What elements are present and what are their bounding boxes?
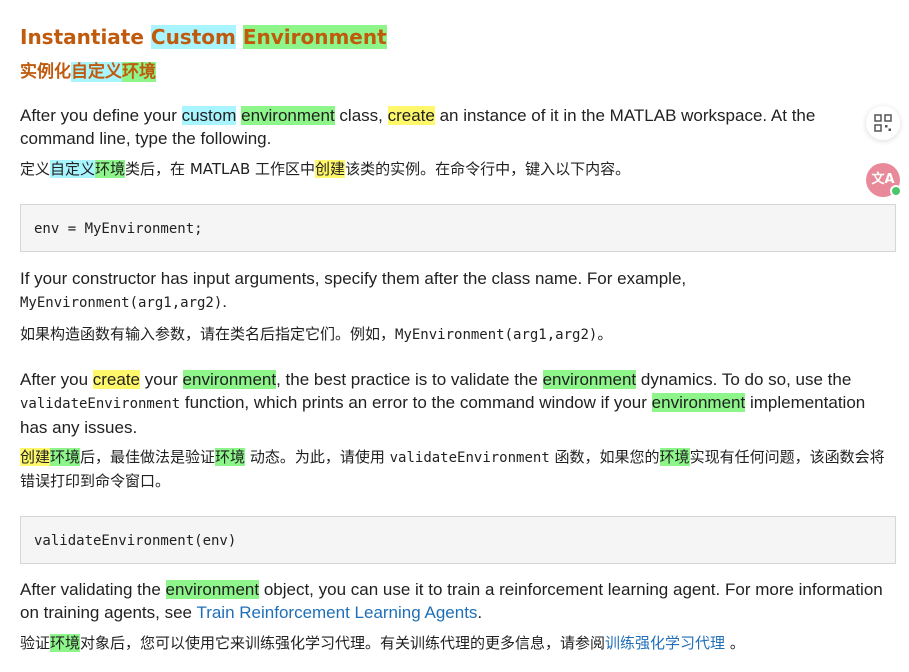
paragraph-constructor-zh: 如果构造函数有输入参数，请在类名后指定它们。例如，MyEnvironment(a… — [20, 323, 890, 347]
text: After validating the — [20, 580, 166, 599]
paragraph-define-zh: 定义自定义环境类后，在 MATLAB 工作区中创建该类的实例。在命令行中，键入以… — [20, 158, 890, 181]
text: 对象后，您可以使用它来训练强化学习代理。有关训练代理的更多信息，请参阅 — [80, 634, 606, 652]
title-word: Instantiate — [20, 25, 151, 49]
paragraph-validate-zh: 创建环境后，最佳做法是验证环境 动态。为此，请使用 validateEnviro… — [20, 446, 890, 493]
highlight-environment: environment — [542, 370, 637, 389]
paragraph-validate: After you create your environment, the b… — [20, 368, 890, 439]
train-agents-link[interactable]: Train Reinforcement Learning Agents — [196, 603, 477, 622]
title-space — [236, 25, 243, 49]
text: 类后，在 MATLAB 工作区中 — [125, 160, 316, 178]
text: If your constructor has input arguments,… — [20, 269, 687, 288]
text: your — [140, 370, 183, 389]
text: 后，最佳做法是验证 — [80, 448, 216, 466]
highlight-environment: environment — [241, 106, 335, 125]
highlight-custom: Custom — [150, 25, 236, 49]
inline-code: MyEnvironment(arg1,arg2) — [395, 327, 598, 343]
highlight-create: create — [92, 370, 141, 389]
code-block-validate[interactable]: validateEnvironment(env) — [20, 516, 896, 564]
page-subtitle-zh: 实例化自定义环境 — [20, 60, 156, 84]
text: 该类的实例。在命令行中，键入以下内容。 — [345, 160, 631, 178]
text: . — [477, 603, 483, 622]
text: 验证 — [20, 634, 51, 652]
check-badge-icon — [890, 185, 902, 197]
highlight-environment: Environment — [242, 25, 387, 49]
highlight-custom-zh: 自定义 — [71, 62, 122, 82]
highlight-environment-zh: 环境 — [50, 634, 81, 652]
train-agents-link-zh[interactable]: 训练强化学习代理 — [605, 634, 725, 652]
text: 定义 — [20, 160, 51, 178]
text: After you define your — [20, 106, 182, 125]
highlight-custom-zh: 自定义 — [50, 160, 96, 178]
paragraph-constructor: If your constructor has input arguments,… — [20, 267, 890, 315]
highlight-create-zh: 创建 — [315, 160, 346, 178]
text: , the best practice is to validate the — [276, 370, 543, 389]
text: . — [222, 292, 228, 311]
text: 如果构造函数有输入参数，请在类名后指定它们。例如， — [20, 325, 396, 343]
highlight-environment: environment — [651, 393, 746, 412]
text: class, — [334, 106, 388, 125]
highlight-create: create — [387, 106, 435, 125]
highlight-environment-zh: 环境 — [122, 62, 156, 82]
translate-button[interactable]: 文A — [866, 163, 902, 197]
text: function, which prints an error to the c… — [180, 393, 652, 412]
highlight-custom: custom — [181, 106, 237, 125]
text: 函数，如果您的 — [549, 448, 660, 466]
grid-button[interactable] — [866, 106, 900, 140]
paragraph-training: After validating the environment object,… — [20, 578, 890, 624]
inline-code: validateEnvironment — [20, 396, 181, 412]
page-title: Instantiate Custom Environment — [20, 24, 387, 50]
paragraph-define: After you define your custom environment… — [20, 104, 890, 150]
code-block-instantiate[interactable]: env = MyEnvironment; — [20, 204, 896, 252]
highlight-environment-zh: 环境 — [95, 160, 126, 178]
text: After you — [20, 370, 93, 389]
highlight-create-zh: 创建 — [20, 448, 51, 466]
text: 。 — [597, 325, 613, 343]
highlight-environment-zh: 环境 — [215, 448, 246, 466]
text: 。 — [725, 634, 745, 652]
grid-icon — [874, 114, 892, 132]
highlight-environment: environment — [182, 370, 277, 389]
text: 动态。为此，请使用 — [245, 448, 390, 466]
paragraph-training-zh: 验证环境对象后，您可以使用它来训练强化学习代理。有关训练代理的更多信息，请参阅训… — [20, 632, 890, 655]
highlight-environment-zh: 环境 — [659, 448, 690, 466]
inline-code: validateEnvironment — [389, 450, 550, 466]
text: dynamics. To do so, use the — [636, 370, 852, 389]
inline-code: MyEnvironment(arg1,arg2) — [20, 295, 223, 311]
subtitle-word: 实例化 — [20, 62, 71, 82]
highlight-environment-zh: 环境 — [50, 448, 81, 466]
highlight-environment: environment — [165, 580, 260, 599]
